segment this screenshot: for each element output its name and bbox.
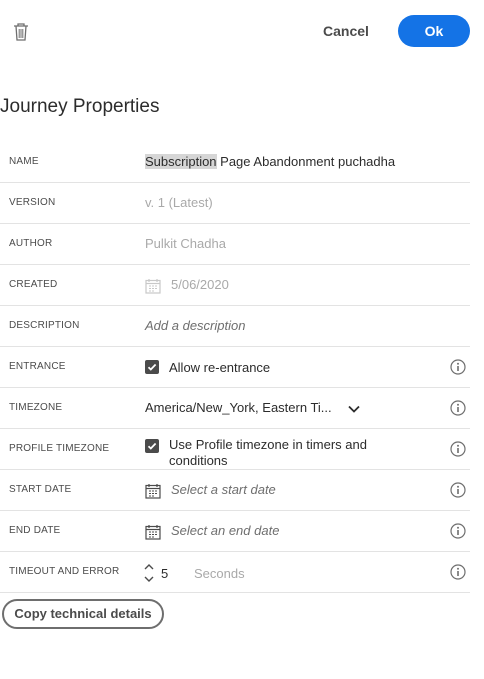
description-input[interactable]: Add a description [145,306,245,346]
properties-list: NAME Subscription Page Abandonment pucha… [0,142,470,593]
property-row-entrance: ENTRANCE Allow re-entrance [0,347,470,388]
version-label: VERSION [9,197,56,208]
reentrance-label: Allow re-entrance [169,360,271,375]
timezone-select[interactable]: America/New_York, Eastern Ti... [145,388,332,428]
reentrance-checkbox[interactable] [145,360,159,374]
timezone-label: TIMEZONE [9,402,63,413]
timeout-label: TIMEOUT AND ERROR [9,566,120,577]
name-field[interactable]: Subscription Page Abandonment puchadha [145,142,395,182]
description-label: DESCRIPTION [9,320,80,331]
info-icon[interactable] [450,564,466,580]
info-icon[interactable] [450,441,466,457]
created-value: 5/06/2020 [171,277,229,292]
property-row-start-date: START DATE Select a start date [0,470,470,511]
end-date-input[interactable]: Select an end date [171,511,279,551]
calendar-icon [145,278,161,294]
info-icon[interactable] [450,400,466,416]
checkmark-icon [147,442,157,450]
property-row-profile-timezone: PROFILE TIMEZONE Use Profile timezone in… [0,429,470,470]
info-icon[interactable] [450,523,466,539]
copy-technical-details-button[interactable]: Copy technical details [2,599,164,629]
name-value-selected: Subscription [145,154,217,169]
page-title: Journey Properties [0,96,160,117]
cancel-button[interactable]: Cancel [318,16,374,46]
top-bar: Cancel Ok [0,0,484,62]
property-row-end-date: END DATE Select an end date [0,511,470,552]
profile-timezone-label: PROFILE TIMEZONE [9,443,110,454]
name-label: NAME [9,156,39,167]
profile-timezone-checkbox[interactable] [145,439,159,453]
property-row-timeout: TIMEOUT AND ERROR 5 Seconds [0,552,470,593]
end-date-label: END DATE [9,525,61,536]
start-date-label: START DATE [9,484,72,495]
property-row-description: DESCRIPTION Add a description [0,306,470,347]
calendar-icon[interactable] [145,524,161,540]
info-icon[interactable] [450,359,466,375]
ok-button[interactable]: Ok [398,15,470,47]
profile-timezone-checkbox-label: Use Profile timezone in timers and condi… [169,437,367,468]
start-date-input[interactable]: Select a start date [171,470,276,510]
created-label: CREATED [9,279,58,290]
checkmark-icon [147,363,157,371]
property-row-version: VERSION v. 1 (Latest) [0,183,470,224]
calendar-icon[interactable] [145,483,161,499]
timeout-value-input[interactable]: 5 [161,552,168,596]
stepper-icon[interactable] [143,562,155,584]
name-value-rest: Page Abandonment puchadha [216,154,396,169]
entrance-label: ENTRANCE [9,361,66,372]
version-value: v. 1 (Latest) [145,195,213,210]
property-row-timezone: TIMEZONE America/New_York, Eastern Ti... [0,388,470,429]
author-label: AUTHOR [9,238,53,249]
info-icon[interactable] [450,482,466,498]
property-row-name: NAME Subscription Page Abandonment pucha… [0,142,470,183]
chevron-down-icon[interactable] [347,402,361,414]
author-value: Pulkit Chadha [145,236,226,251]
timeout-unit: Seconds [194,566,245,581]
property-row-author: AUTHOR Pulkit Chadha [0,224,470,265]
property-row-created: CREATED 5/06/2020 [0,265,470,306]
trash-icon[interactable] [12,22,30,42]
